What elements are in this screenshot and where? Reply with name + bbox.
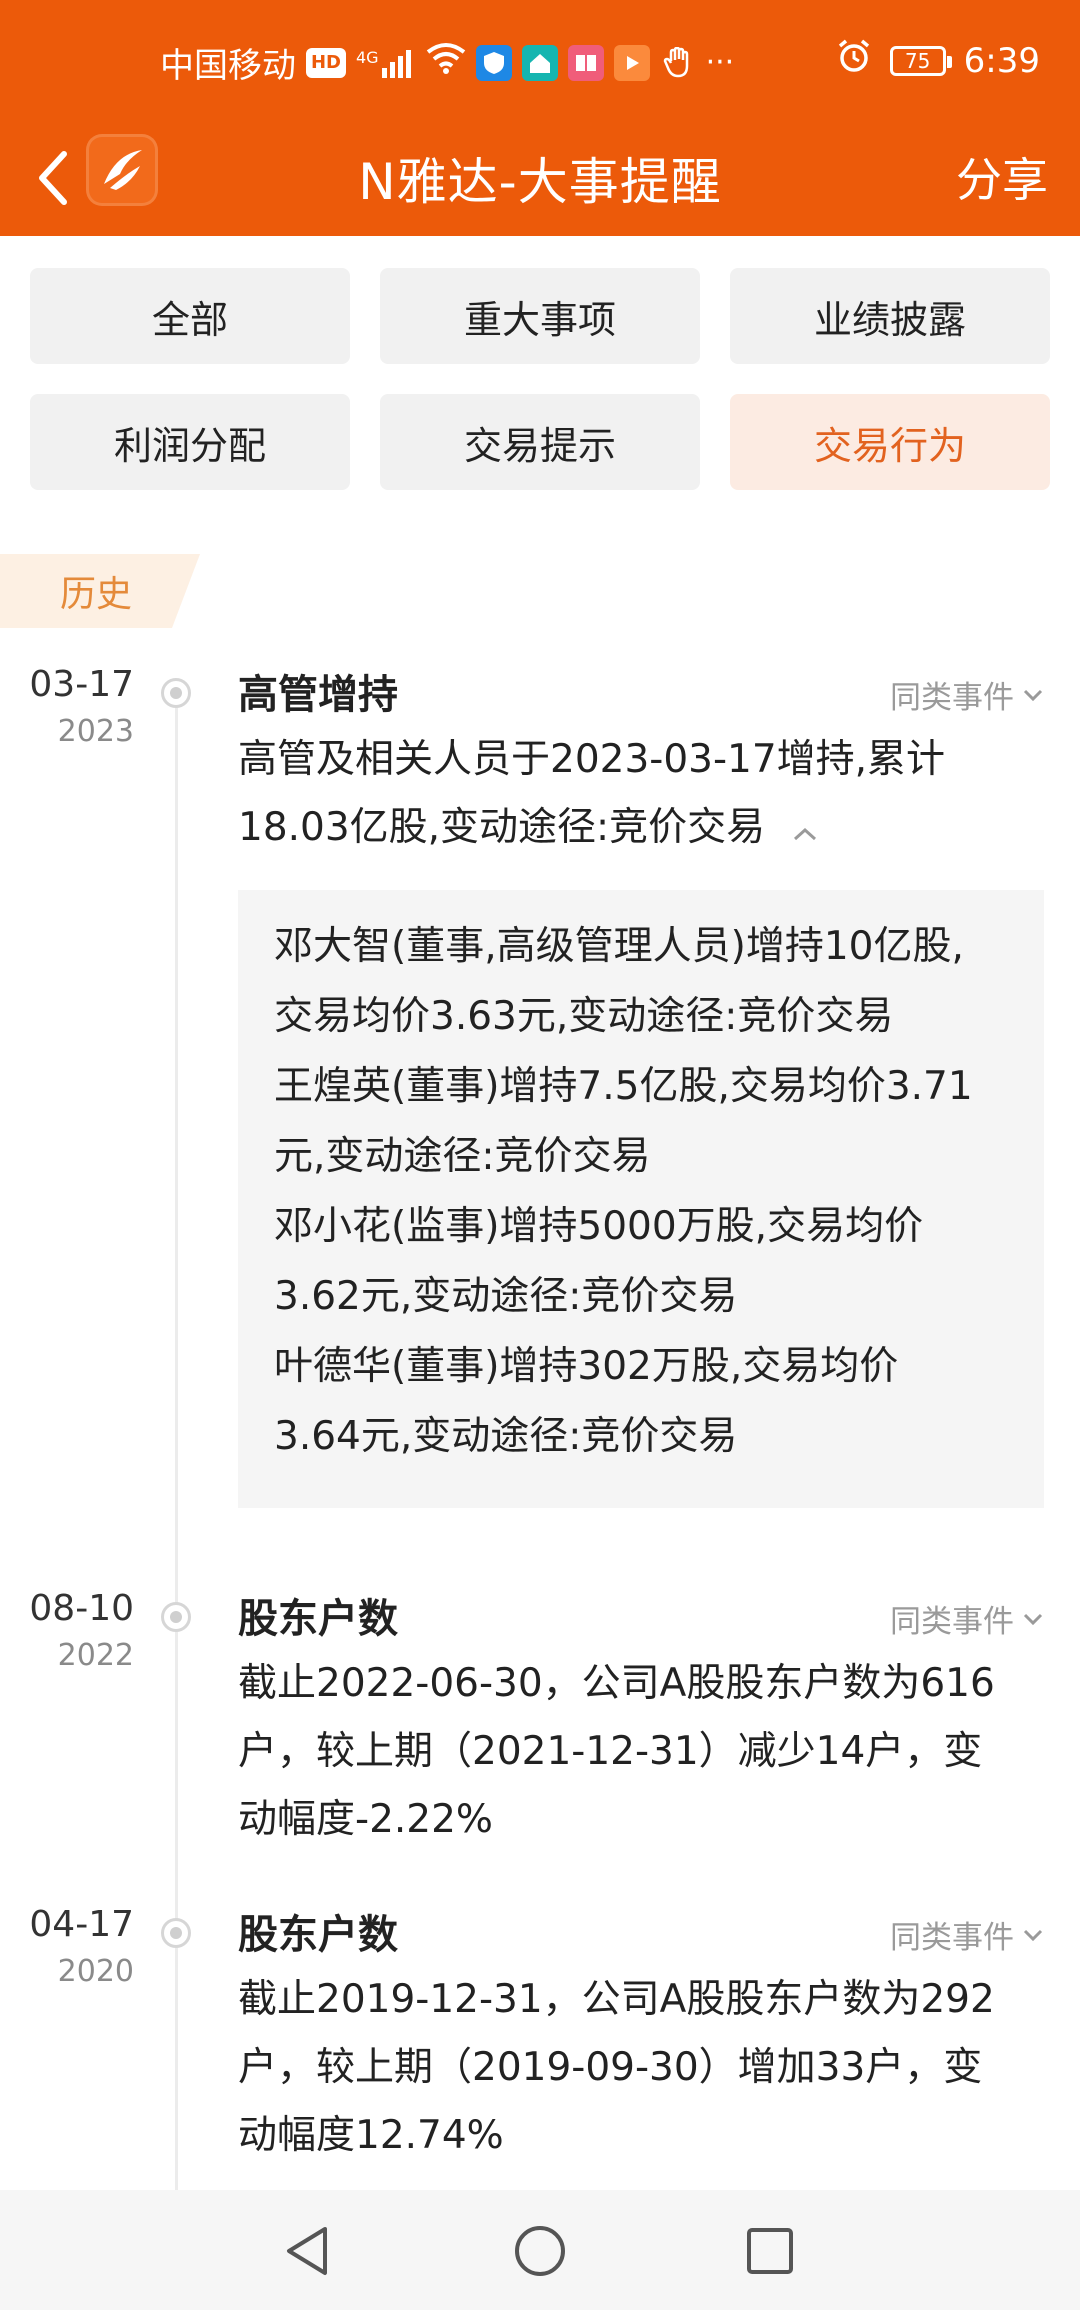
status-bar: 中国移动 HD 4G ··· 75 6:39 (0, 0, 1080, 120)
event-description-line: 动幅度12.74% (238, 2113, 504, 2158)
timeline-dot-icon (161, 1602, 191, 1632)
detail-line: 元,变动途径:竞价交易 (274, 1134, 651, 1179)
event-date: 03-17 (29, 664, 134, 705)
home-app-icon (521, 44, 558, 81)
event-description-line: 截止2019-12-31，公司A股股东户数为292 (238, 1977, 995, 2022)
hand-app-icon (660, 45, 696, 81)
event-description: 截止2022-06-30，公司A股股东户数为616 户，较上期（2021-12-… (238, 1650, 1048, 1854)
network-type: 4G (356, 47, 379, 67)
nav-home-button[interactable] (505, 2216, 575, 2286)
clock: 6:39 (963, 40, 1040, 81)
detail-line: 交易均价3.63元,变动途径:竞价交易 (274, 994, 894, 1039)
page-title: N雅达-大事提醒 (358, 153, 722, 211)
alarm-icon (836, 38, 872, 83)
triangle-back-icon (287, 2227, 327, 2275)
status-left: 中国移动 HD 4G ··· (160, 38, 734, 87)
square-recents-icon (747, 2228, 793, 2274)
detail-line: 邓小花(监事)增持5000万股,交易均价 (274, 1204, 924, 1249)
detail-line: 3.64元,变动途径:竞价交易 (274, 1414, 738, 1459)
timeline-dot-icon (161, 1918, 191, 1948)
event-description-line: 18.03亿股,变动途径:竞价交易 (238, 794, 1048, 864)
nav-back-button[interactable] (272, 2216, 342, 2286)
nav-recents-button[interactable] (735, 2216, 805, 2286)
event-year: 2023 (57, 714, 134, 749)
history-section-tag: 历史 (0, 554, 200, 628)
filter-trading-tips[interactable]: 交易提示 (380, 394, 700, 490)
event-title: 高管增持 (238, 672, 398, 718)
same-type-label: 同类事件 (890, 1604, 1014, 1640)
carrier-label: 中国移动 (160, 46, 296, 86)
video-app-icon (613, 44, 650, 81)
filter-earnings-disclosure[interactable]: 业绩披露 (730, 268, 1050, 364)
event-date: 08-10 (29, 1588, 134, 1629)
battery-icon: 75 (889, 45, 952, 76)
event-description-line: 动幅度-2.22% (238, 1797, 493, 1842)
shield-app-icon (475, 44, 512, 81)
more-notifications-icon: ··· (705, 45, 735, 80)
event-description-line: 户，较上期（2019-09-30）增加33户，变 (238, 2045, 983, 2090)
detail-line: 3.62元,变动途径:竞价交易 (274, 1274, 738, 1319)
event-year: 2020 (57, 1954, 134, 1989)
same-type-label: 同类事件 (890, 1920, 1014, 1956)
event-description: 高管及相关人员于2023-03-17增持,累计 18.03亿股,变动途径:竞价交… (238, 726, 1048, 864)
event-filter-grid: 全部 重大事项 业绩披露 利润分配 交易提示 交易行为 (30, 268, 1050, 490)
status-right: 75 6:39 (836, 38, 1040, 83)
book-app-icon (567, 44, 604, 81)
app-top-bar: 中国移动 HD 4G ··· 75 6:39 N雅达-大事提醒 分享 (0, 0, 1080, 236)
filter-all[interactable]: 全部 (30, 268, 350, 364)
circle-home-icon (515, 2226, 565, 2276)
share-button[interactable]: 分享 (956, 144, 1048, 210)
event-detail-panel: 邓大智(董事,高级管理人员)增持10亿股, 交易均价3.63元,变动途径:竞价交… (238, 890, 1044, 1508)
page-header: N雅达-大事提醒 分享 (0, 120, 1080, 236)
timeline-line (175, 690, 178, 2192)
filter-profit-distribution[interactable]: 利润分配 (30, 394, 350, 490)
event-title: 股东户数 (238, 1596, 398, 1642)
event-description: 截止2019-12-31，公司A股股东户数为292 户，较上期（2019-09-… (238, 1966, 1048, 2170)
signal-icon: 4G (356, 48, 416, 78)
wifi-icon (426, 42, 466, 83)
event-date: 04-17 (29, 1904, 134, 1945)
hd-icon: HD (306, 47, 346, 78)
filter-major-matters[interactable]: 重大事项 (380, 268, 700, 364)
same-type-events-button[interactable]: 同类事件 (890, 1912, 1044, 1957)
event-description-line: 截止2022-06-30，公司A股股东户数为616 (238, 1661, 995, 1706)
timeline-dot-icon (161, 678, 191, 708)
detail-line: 邓大智(董事,高级管理人员)增持10亿股, (274, 924, 964, 969)
same-type-events-button[interactable]: 同类事件 (890, 1596, 1044, 1641)
event-title: 股东户数 (238, 1912, 398, 1958)
event-description-text: 18.03亿股,变动途径:竞价交易 (238, 805, 766, 850)
chevron-down-icon (1023, 1929, 1043, 1941)
event-description-line: 户，较上期（2021-12-31）减少14户，变 (238, 1729, 983, 1774)
system-navigation-bar (0, 2190, 1080, 2310)
chevron-down-icon (1023, 689, 1043, 701)
event-description-line: 高管及相关人员于2023-03-17增持,累计 (238, 737, 946, 782)
detail-line: 叶德华(董事)增持302万股,交易均价 (274, 1344, 899, 1389)
same-type-events-button[interactable]: 同类事件 (890, 672, 1044, 717)
event-year: 2022 (57, 1638, 134, 1673)
collapse-chevron-up-icon[interactable] (792, 796, 818, 864)
same-type-label: 同类事件 (890, 680, 1014, 716)
filter-trading-behavior[interactable]: 交易行为 (730, 394, 1050, 490)
battery-level: 75 (904, 48, 931, 73)
detail-line: 王煌英(董事)增持7.5亿股,交易均价3.71 (274, 1064, 973, 1109)
chevron-down-icon (1023, 1613, 1043, 1625)
